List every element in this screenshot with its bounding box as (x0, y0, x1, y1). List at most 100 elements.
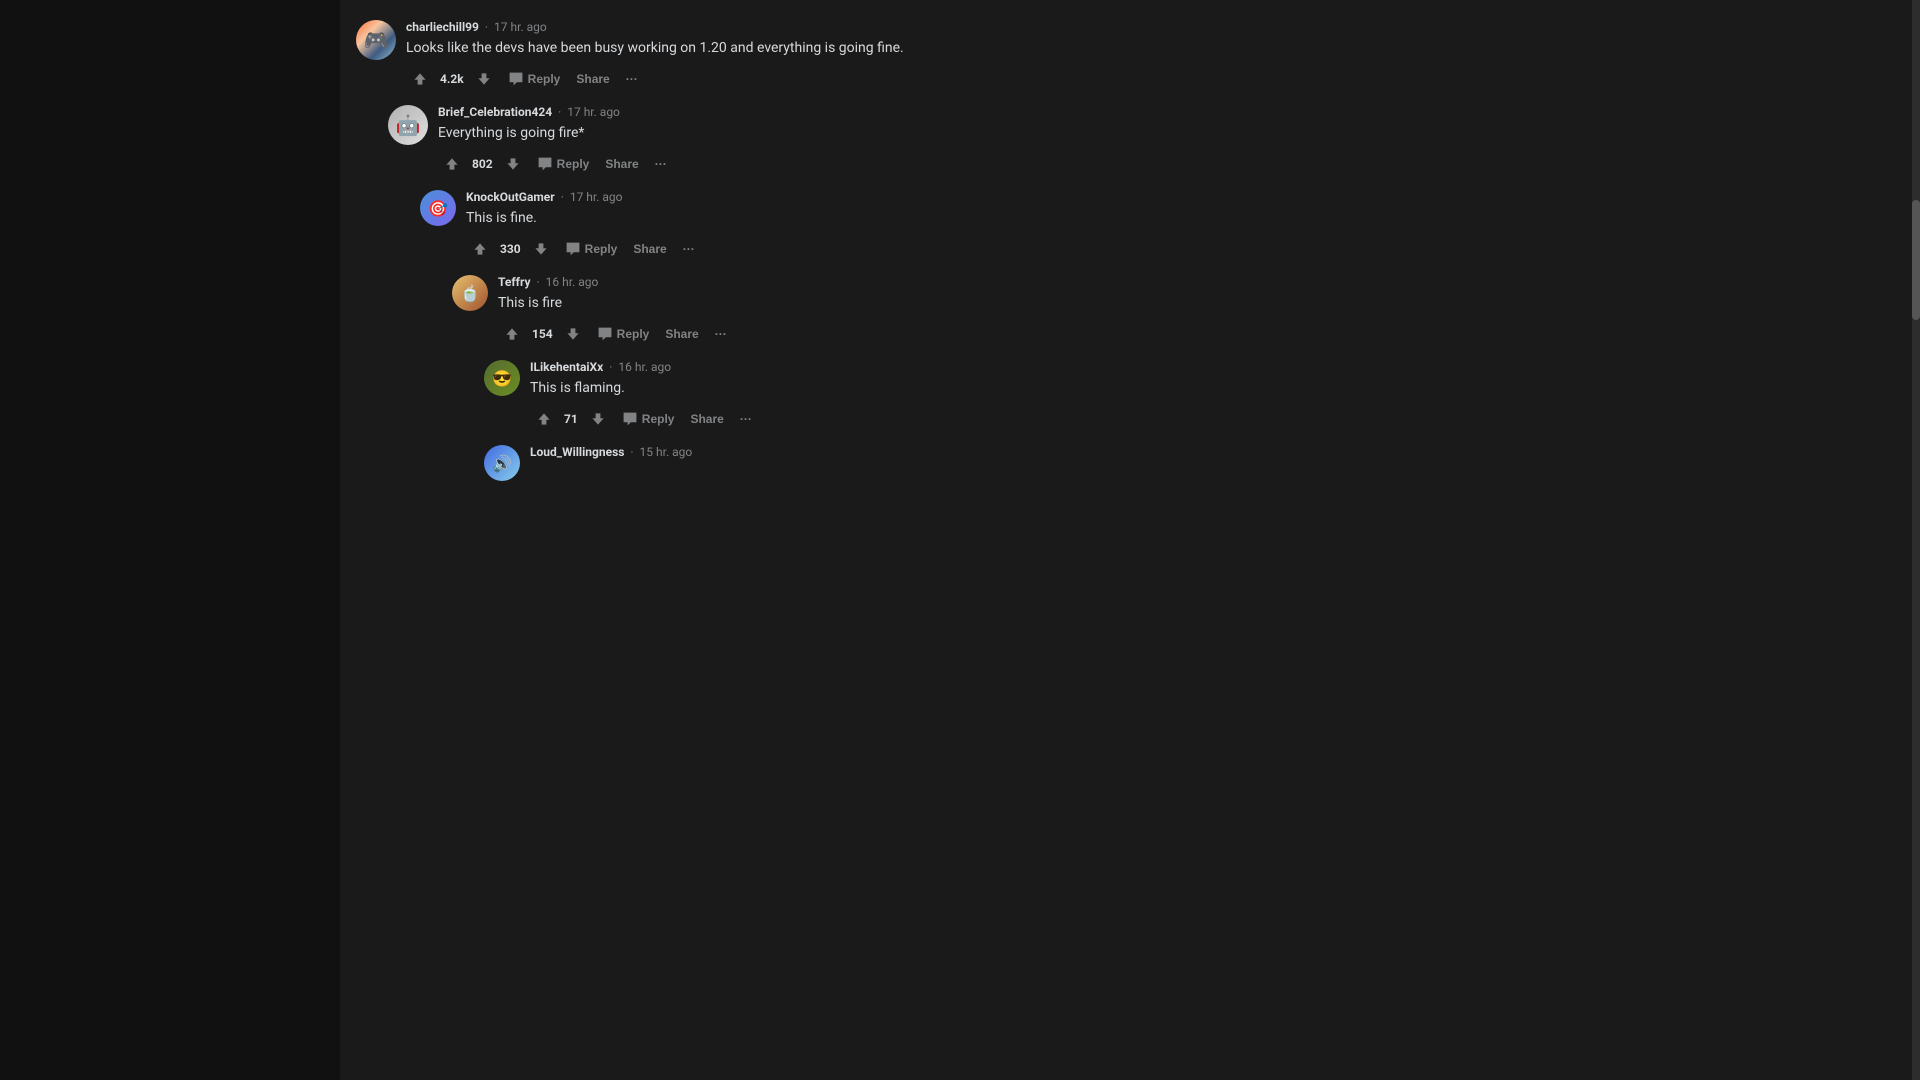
more-button[interactable]: ··· (709, 323, 733, 345)
more-button[interactable]: ··· (649, 153, 673, 175)
share-label: Share (633, 242, 666, 256)
more-label: ··· (683, 242, 695, 256)
avatar[interactable]: 🎯 (420, 190, 456, 226)
vote-count: 71 (562, 412, 580, 426)
comment-header: Loud_Willingness · 15 hr. ago (530, 445, 1114, 459)
comment-header: ILikehentaiXx · 16 hr. ago (530, 360, 1114, 374)
separator: · (561, 190, 564, 204)
comment-row: 🎯 KnockOutGamer · 17 hr. ago This is fin… (340, 180, 1130, 265)
comment-row: 🔊 Loud_Willingness · 15 hr. ago (340, 435, 1130, 485)
downvote-button[interactable] (470, 67, 498, 91)
comment-header: KnockOutGamer · 17 hr. ago (466, 190, 1114, 204)
timestamp: 17 hr. ago (567, 105, 620, 119)
right-panel (1130, 0, 1920, 1080)
comment-actions: 4.2k Reply Share ··· (406, 67, 1114, 91)
share-button[interactable]: Share (684, 408, 729, 430)
reply-button[interactable]: Reply (531, 152, 596, 176)
reply-button[interactable]: Reply (502, 67, 567, 91)
comment-body: Loud_Willingness · 15 hr. ago (530, 445, 1114, 481)
username[interactable]: KnockOutGamer (466, 190, 555, 204)
vote-count: 330 (498, 242, 523, 256)
comment-body: Brief_Celebration424 · 17 hr. ago Everyt… (438, 105, 1114, 176)
vote-count: 802 (470, 157, 495, 171)
comment-text: Everything is going fire* (438, 123, 1114, 144)
upvote-button[interactable] (406, 67, 434, 91)
vote-count: 154 (530, 327, 555, 341)
comment-thread: 🎮 charliechill99 · 17 hr. ago Looks like… (340, 0, 1130, 495)
share-button[interactable]: Share (659, 323, 704, 345)
reply-button[interactable]: Reply (559, 237, 624, 261)
upvote-button[interactable] (498, 322, 526, 346)
share-label: Share (576, 72, 609, 86)
comment-row: 😎 ILikehentaiXx · 16 hr. ago This is fla… (340, 350, 1130, 435)
more-button[interactable]: ··· (734, 408, 758, 430)
comment-actions: 154 Reply Share ··· (498, 322, 1114, 346)
separator: · (537, 275, 540, 289)
share-button[interactable]: Share (627, 238, 672, 260)
comment-actions: 330 Reply Share ··· (466, 237, 1114, 261)
avatar[interactable]: 🎮 (356, 20, 396, 60)
timestamp: 16 hr. ago (546, 275, 599, 289)
avatar[interactable]: 🔊 (484, 445, 520, 481)
avatar[interactable]: 😎 (484, 360, 520, 396)
vote-count: 4.2k (438, 72, 466, 86)
share-label: Share (605, 157, 638, 171)
timestamp: 16 hr. ago (618, 360, 671, 374)
downvote-button[interactable] (584, 407, 612, 431)
scrollbar-thumb[interactable] (1912, 200, 1920, 320)
username[interactable]: Brief_Celebration424 (438, 105, 552, 119)
more-label: ··· (655, 157, 667, 171)
downvote-button[interactable] (499, 152, 527, 176)
upvote-button[interactable] (438, 152, 466, 176)
reply-button[interactable]: Reply (591, 322, 656, 346)
share-button[interactable]: Share (570, 68, 615, 90)
more-button[interactable]: ··· (620, 68, 644, 90)
page-wrapper: 🎮 charliechill99 · 17 hr. ago Looks like… (0, 0, 1920, 1080)
more-label: ··· (626, 72, 638, 86)
more-label: ··· (740, 412, 752, 426)
share-label: Share (690, 412, 723, 426)
comment-row: 🎮 charliechill99 · 17 hr. ago Looks like… (340, 10, 1130, 95)
reply-button[interactable]: Reply (616, 407, 681, 431)
reply-label: Reply (557, 157, 590, 171)
reply-label: Reply (585, 242, 618, 256)
reply-label: Reply (528, 72, 561, 86)
comment-row: 🍵 Teffry · 16 hr. ago This is fire 154 (340, 265, 1130, 350)
share-button[interactable]: Share (599, 153, 644, 175)
content-area: 🎮 charliechill99 · 17 hr. ago Looks like… (340, 0, 1130, 1080)
comment-body: ILikehentaiXx · 16 hr. ago This is flami… (530, 360, 1114, 431)
reply-label: Reply (617, 327, 650, 341)
separator: · (485, 20, 488, 34)
comment-header: charliechill99 · 17 hr. ago (406, 20, 1114, 34)
upvote-button[interactable] (466, 237, 494, 261)
share-label: Share (665, 327, 698, 341)
comment-body: KnockOutGamer · 17 hr. ago This is fine.… (466, 190, 1114, 261)
upvote-button[interactable] (530, 407, 558, 431)
comment-text: This is fire (498, 293, 1114, 314)
comment-text: This is fine. (466, 208, 1114, 229)
downvote-button[interactable] (559, 322, 587, 346)
comment-text: This is flaming. (530, 378, 1114, 399)
timestamp: 15 hr. ago (640, 445, 693, 459)
separator: · (609, 360, 612, 374)
scrollbar[interactable] (1912, 0, 1920, 1080)
timestamp: 17 hr. ago (494, 20, 547, 34)
username[interactable]: Teffry (498, 275, 531, 289)
timestamp: 17 hr. ago (570, 190, 623, 204)
username[interactable]: Loud_Willingness (530, 445, 624, 459)
comment-header: Brief_Celebration424 · 17 hr. ago (438, 105, 1114, 119)
reply-label: Reply (642, 412, 675, 426)
downvote-button[interactable] (527, 237, 555, 261)
comment-actions: 71 Reply Share ··· (530, 407, 1114, 431)
comment-actions: 802 Reply Share ··· (438, 152, 1114, 176)
more-button[interactable]: ··· (677, 238, 701, 260)
avatar[interactable]: 🍵 (452, 275, 488, 311)
separator: · (630, 445, 633, 459)
comment-header: Teffry · 16 hr. ago (498, 275, 1114, 289)
avatar[interactable]: 🤖 (388, 105, 428, 145)
comment-row: 🤖 Brief_Celebration424 · 17 hr. ago Ever… (340, 95, 1130, 180)
comment-body: charliechill99 · 17 hr. ago Looks like t… (406, 20, 1114, 91)
left-panel (0, 0, 340, 1080)
username[interactable]: ILikehentaiXx (530, 360, 603, 374)
username[interactable]: charliechill99 (406, 20, 479, 34)
